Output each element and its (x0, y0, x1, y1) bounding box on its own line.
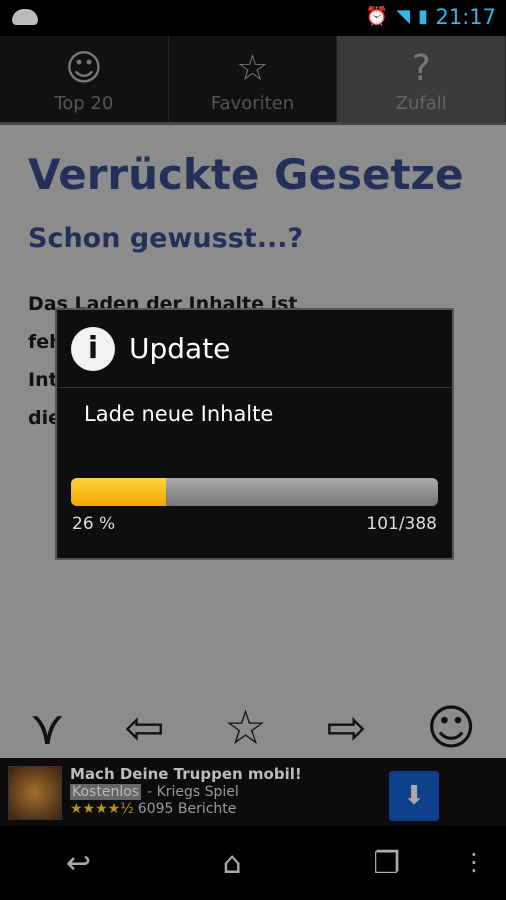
share-icon[interactable]: ⋎ (30, 700, 65, 756)
download-button[interactable]: ⬇ (389, 771, 439, 821)
clock: 21:17 (435, 5, 496, 29)
android-icon (12, 9, 38, 25)
page-title: Verrückte Gesetze (28, 150, 464, 199)
overflow-menu-icon[interactable]: ⋮ (462, 848, 486, 876)
ad-title: Mach Deine Truppen mobil! (70, 765, 302, 783)
status-bar: ⏰ ◥ ▮ 21:17 (0, 0, 506, 36)
arrow-left-icon[interactable]: ⇦ (124, 700, 164, 756)
dialog-message: Lade neue Inhalte (84, 402, 274, 426)
progress-fill (71, 478, 167, 506)
tab-favoriten[interactable]: ☆ Favoriten (169, 36, 338, 122)
tab-label: Zufall (395, 92, 447, 114)
recent-apps-icon[interactable]: ❐ (373, 846, 400, 881)
back-icon[interactable]: ↩ (66, 846, 91, 881)
wifi-icon: ◥ (396, 6, 411, 27)
question-icon: ? (411, 47, 431, 89)
smiley-icon[interactable]: ☺ (426, 700, 476, 756)
progress-bar (71, 478, 438, 506)
smiley-icon: ☺ (65, 47, 103, 89)
rating-stars: ★★★★½ (70, 801, 134, 817)
info-icon: i (71, 326, 115, 371)
ad-app-icon (8, 766, 62, 820)
action-row: ⋎ ⇦ ☆ ⇨ ☺ (0, 698, 506, 758)
system-nav-bar: ↩ ⌂ ❐ (0, 826, 506, 900)
ad-banner[interactable]: Mach Deine Truppen mobil! Kostenlos - Kri… (0, 758, 506, 826)
tab-top-20[interactable]: ☺ Top 20 (0, 36, 169, 122)
battery-charging-icon: ▮ (418, 6, 428, 27)
tab-label: Top 20 (54, 92, 114, 114)
star-icon: ☆ (236, 47, 269, 89)
progress-count: 101/388 (366, 514, 437, 534)
home-icon[interactable]: ⌂ (223, 846, 242, 881)
ad-reviews: 6095 Berichte (137, 801, 237, 817)
ad-badge: Kostenlos (70, 784, 142, 800)
page-subtitle: Schon gewusst...? (28, 223, 304, 254)
progress-percent: 26 % (72, 514, 116, 534)
tab-bar: ☺ Top 20 ☆ Favoriten ? Zufall (0, 36, 506, 122)
alarm-icon: ⏰ (365, 6, 389, 27)
ad-category: - Kriegs Spiel (147, 784, 239, 800)
tab-zufall[interactable]: ? Zufall (337, 36, 506, 122)
update-dialog: i Update Lade neue Inhalte 26 % 101/388 (55, 308, 454, 560)
dialog-title: Update (129, 332, 231, 365)
star-icon[interactable]: ☆ (224, 700, 267, 756)
arrow-right-icon[interactable]: ⇨ (326, 700, 366, 756)
tab-label: Favoriten (210, 92, 295, 114)
download-arrow-icon: ⬇ (403, 781, 425, 811)
